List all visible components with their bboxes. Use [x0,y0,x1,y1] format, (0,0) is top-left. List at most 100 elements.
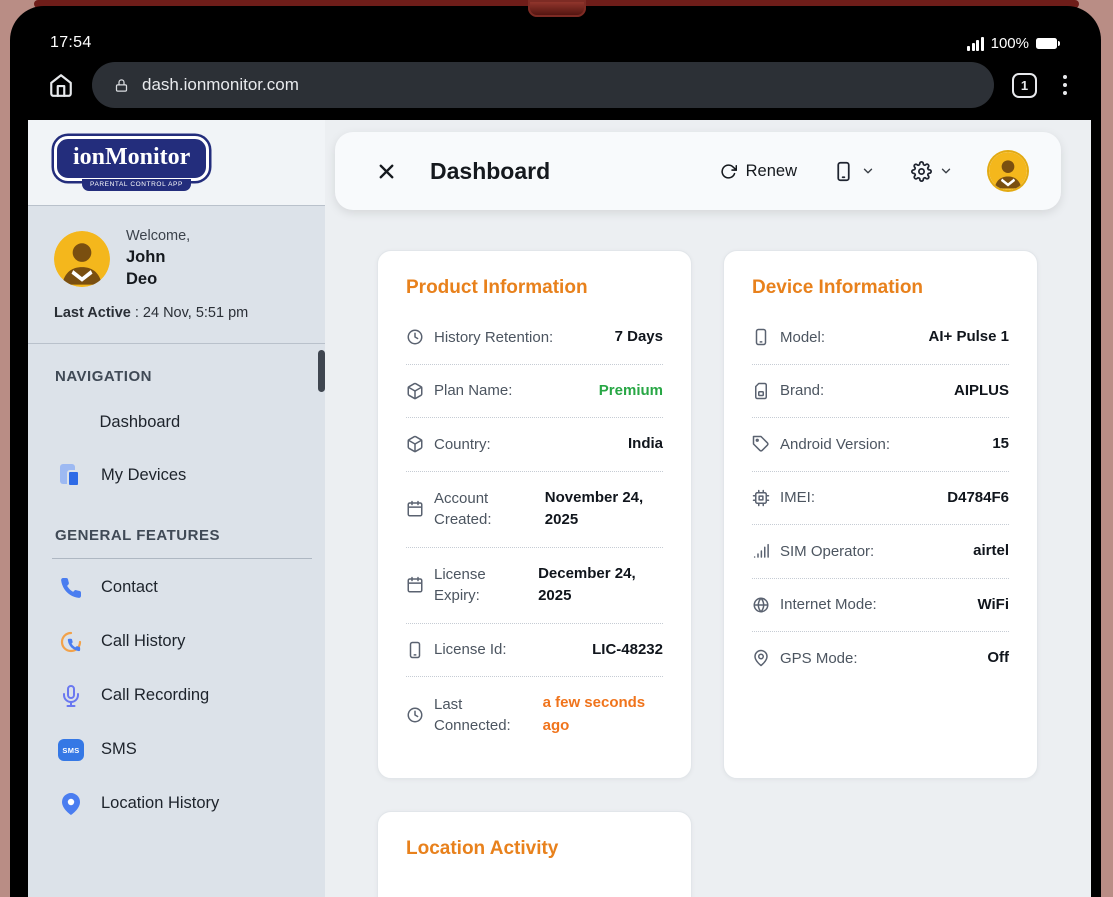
device-dropdown[interactable] [833,161,875,182]
sidebar-item-label: Location History [101,794,219,814]
package-icon [406,382,424,400]
lock-icon [114,78,129,93]
info-value: Premium [599,380,663,403]
url-text: dash.ionmonitor.com [142,75,299,95]
user-avatar [54,231,110,287]
info-value: November 24, 2025 [545,487,663,532]
info-label: Internet Mode: [780,594,967,615]
info-label: License Id: [434,639,582,660]
sidebar-item-label: Contact [101,578,158,598]
sidebar-item-label: Dashboard [100,413,181,433]
info-row: IMEI: D4784F6 [752,472,1009,526]
general-features-heading: GENERAL FEATURES [52,509,312,559]
chevron-down-icon [939,164,953,178]
device-hinge [528,0,586,17]
globe-icon [752,596,770,614]
sidebar-item-call-recording[interactable]: Call Recording [28,669,325,723]
info-label: IMEI: [780,487,937,508]
main-content: Dashboard Renew [325,120,1091,897]
info-label: Account Created: [434,488,535,530]
sidebar-item-contact[interactable]: Contact [28,561,325,615]
info-label: Plan Name: [434,380,589,401]
info-value: 15 [992,433,1009,456]
settings-dropdown[interactable] [911,161,953,182]
sidebar-item-my-devices[interactable]: My Devices [28,449,325,503]
sidebar-item-location-history[interactable]: Location History [28,777,325,831]
user-profile: Welcome, John Deo [28,206,325,297]
clock-icon [406,328,424,346]
refresh-icon [720,163,737,180]
info-row: Last Connected: a few seconds ago [406,677,663,752]
battery-percent: 100% [991,35,1029,52]
tab-switcher-button[interactable]: 1 [1012,73,1037,98]
product-info-card: Product Information History Retention: 7… [377,250,692,779]
chevron-down-icon [861,164,875,178]
info-value: WiFi [977,594,1009,617]
info-value: airtel [973,540,1009,563]
logo-wordmark: ionMonitor [54,136,209,181]
phone-contact-icon [58,575,84,601]
profile-avatar-button[interactable] [989,152,1027,190]
sidebar: ionMonitor PARENTAL CONTROL APP Welcome,… [28,120,325,897]
sidebar-item-dashboard[interactable]: Dashboard [28,397,325,450]
mic-icon [58,683,84,709]
smartphone-icon [752,328,770,346]
scrollbar-thumb[interactable] [318,350,325,392]
user-last-name: Deo [126,268,190,290]
tab-count: 1 [1021,78,1028,93]
info-value: 7 Days [615,326,663,349]
info-row: GPS Mode: Off [752,632,1009,685]
info-row: Model: AI+ Pulse 1 [752,311,1009,365]
info-value: LIC-48232 [592,639,663,662]
last-active: Last Active : 24 Nov, 5:51 pm [28,297,325,343]
info-value: Off [987,647,1009,670]
battery-icon [1036,38,1057,49]
sidebar-item-sms[interactable]: SMS [28,723,325,777]
card-title: Product Information [406,277,663,299]
url-bar[interactable]: dash.ionmonitor.com [92,62,994,108]
info-label: GPS Mode: [780,648,977,669]
location-pin-icon [58,791,84,817]
tag-icon [752,435,770,453]
signal-bars-icon [967,37,984,51]
clock-icon [406,706,424,724]
renew-button[interactable]: Renew [720,162,797,181]
info-label: Model: [780,327,919,348]
close-button[interactable] [375,160,398,183]
location-activity-card: Location Activity [377,811,692,897]
signal-bars-icon [752,542,770,560]
browser-toolbar: dash.ionmonitor.com 1 [10,60,1101,120]
page-viewport: ionMonitor PARENTAL CONTROL APP Welcome,… [28,120,1091,897]
status-time: 17:54 [50,34,92,52]
dashboard-grid-icon [58,411,83,436]
phone-screen: 17:54 100% dash.ionmonitor.com 1 ionMoni… [10,6,1101,897]
navigation-heading: NAVIGATION [28,344,325,397]
info-label: Android Version: [780,434,982,455]
info-row: History Retention: 7 Days [406,311,663,365]
info-label: Last Connected: [434,694,533,736]
info-row: Account Created: November 24, 2025 [406,472,663,548]
info-row: License Id: LIC-48232 [406,624,663,678]
info-row: License Expiry: December 24, 2025 [406,548,663,624]
info-row: Plan Name: Premium [406,365,663,419]
call-history-icon [58,629,84,655]
browser-menu-button[interactable] [1055,71,1075,99]
info-row: Country: India [406,418,663,472]
info-row: Internet Mode: WiFi [752,579,1009,633]
info-label: Country: [434,434,618,455]
gear-icon [911,161,932,182]
home-button[interactable] [48,72,74,98]
sidebar-item-label: My Devices [101,466,186,486]
info-value: AI+ Pulse 1 [929,326,1009,349]
info-row: Android Version: 15 [752,418,1009,472]
sidebar-item-label: Call Recording [101,686,209,706]
sim-card-icon [752,382,770,400]
logo-tagline: PARENTAL CONTROL APP [82,179,191,191]
calendar-icon [406,500,424,518]
smartphone-icon [833,161,854,182]
app-logo: ionMonitor PARENTAL CONTROL APP [28,120,325,205]
card-title: Location Activity [406,838,663,860]
calendar-icon [406,576,424,594]
page-title: Dashboard [430,158,550,185]
sidebar-item-call-history[interactable]: Call History [28,615,325,669]
